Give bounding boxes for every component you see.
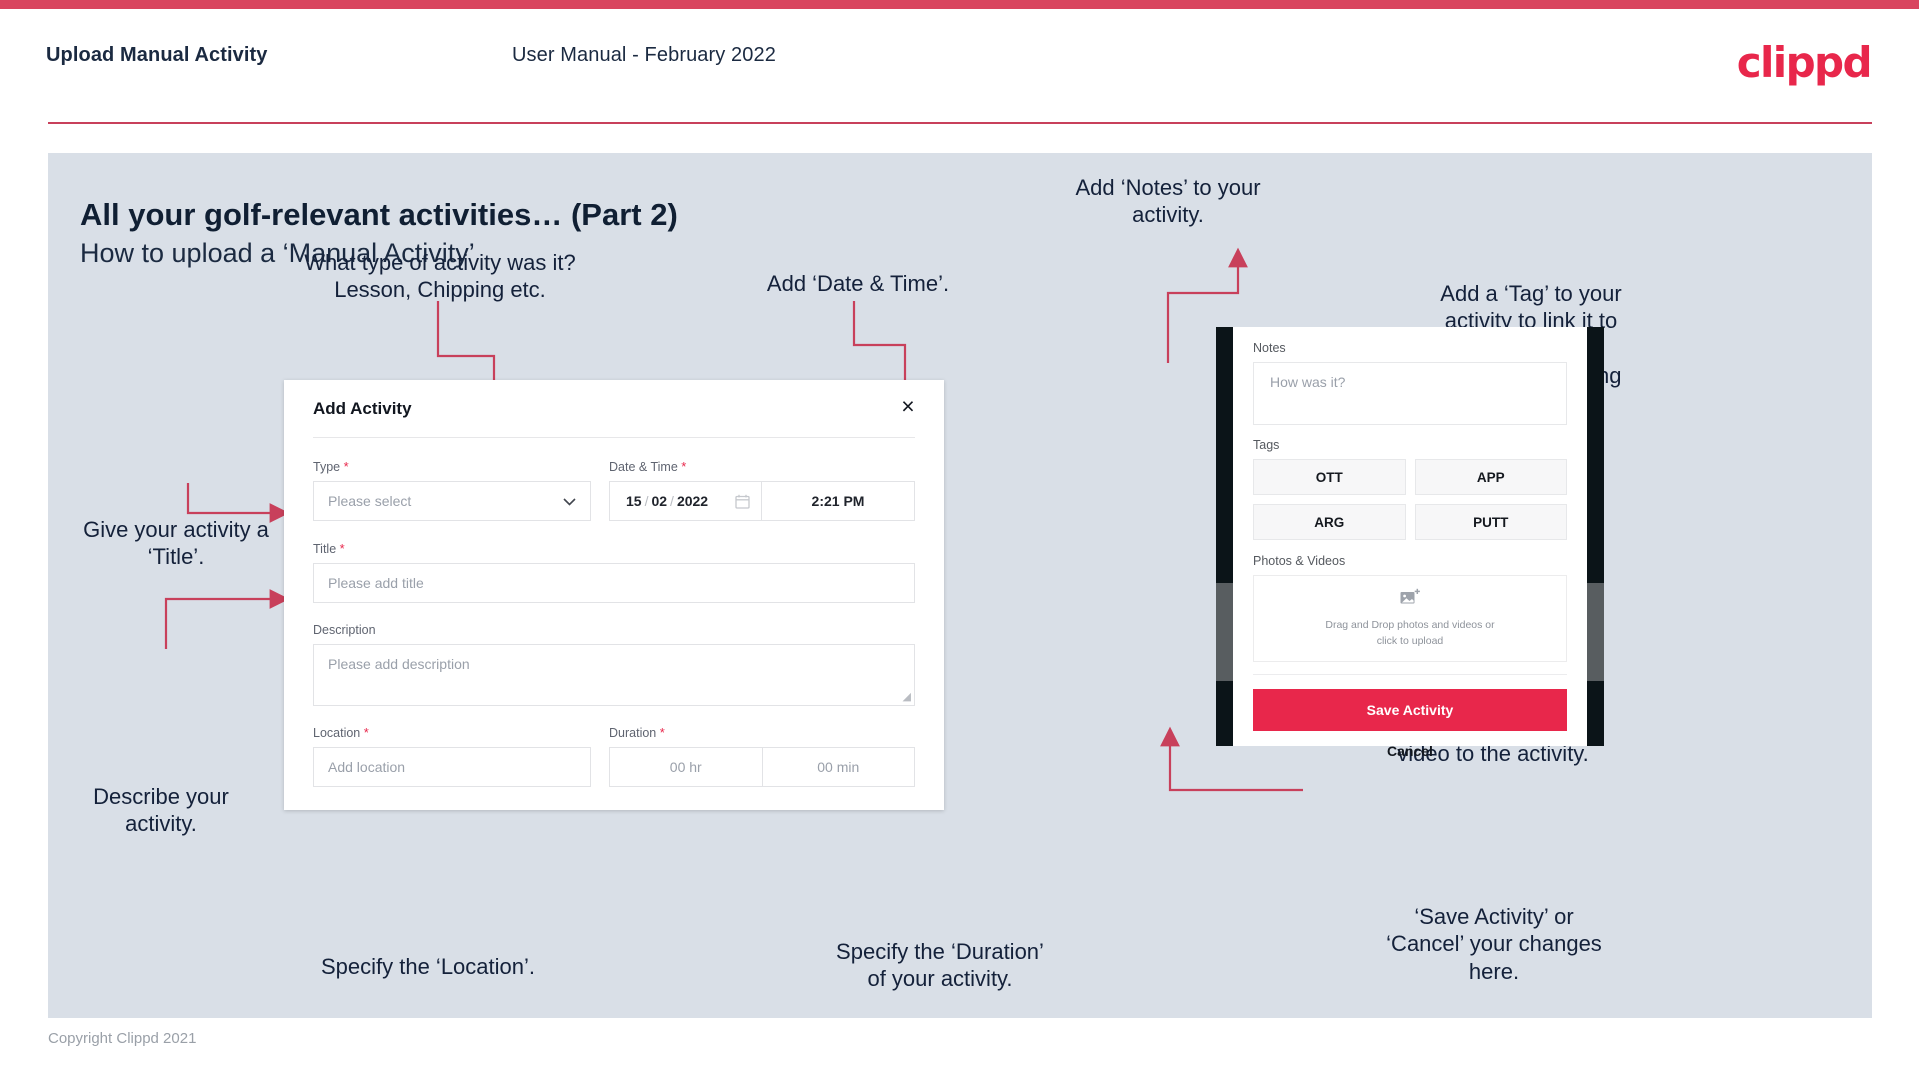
field-type: Type * Please select [313,459,591,521]
phone-screen: Notes How was it? Tags OTT APP ARG PUTT … [1233,327,1587,759]
datetime-group: 15/02/2022 2:21 PM [609,481,915,521]
location-label: Location * [313,725,369,740]
date-year: 2022 [676,493,709,509]
notes-label: Notes [1253,341,1286,355]
location-input[interactable]: Add location [313,747,591,787]
notes-placeholder: How was it? [1270,374,1346,390]
title-input[interactable]: Please add title [313,563,915,603]
date-sep-1: / [644,493,649,509]
phone-mockup: Notes How was it? Tags OTT APP ARG PUTT … [1216,327,1604,759]
annotation-type: What type of activity was it? Lesson, Ch… [304,250,576,303]
annotation-location: Specify the ‘Location’. [320,954,536,979]
header-divider [48,122,1872,124]
duration-hours-input[interactable]: 00 hr [609,747,763,787]
slide-page: Upload Manual Activity User Manual - Feb… [0,0,1919,1079]
row-location-duration: Location * Add location Duration * 00 hr… [284,725,944,787]
required-marker: * [659,725,665,740]
title-placeholder: Please add title [328,575,424,591]
phone-bezel-right [1587,327,1604,746]
date-sep-2: / [670,493,674,509]
annotation-duration: Specify the ‘Duration’ of your activity. [836,939,1044,992]
chevron-down-icon [563,494,576,509]
cancel-button[interactable]: Cancel [1253,731,1567,771]
date-month: 02 [651,493,668,509]
header-subtitle: User Manual - February 2022 [512,44,776,66]
add-activity-dialog: Add Activity × Type * Please select Date… [284,380,944,810]
field-datetime: Date & Time * 15/02/2022 2:21 PM [609,459,915,521]
time-input[interactable]: 2:21 PM [762,481,915,521]
footer-copyright: Copyright Clippd 2021 [48,1030,197,1047]
required-marker: * [339,541,345,556]
notes-textarea[interactable]: How was it? [1253,362,1567,425]
dialog-body: Type * Please select Date & Time * 15 / … [284,437,944,787]
resize-grip-icon[interactable]: ◢ [903,690,911,703]
field-description: Description Please add description ◢ [284,623,944,706]
duration-minutes-input[interactable]: 00 min [762,747,915,787]
required-marker: * [363,725,369,740]
duration-label: Duration * [609,725,665,740]
annotation-notes: Add ‘Notes’ to your activity. [1075,175,1261,228]
tag-button-putt[interactable]: PUTT [1414,504,1567,540]
calendar-icon[interactable] [735,494,750,509]
page-title: All your golf-relevant activities… (Part… [80,197,678,232]
header-title: Upload Manual Activity [46,44,268,66]
dialog-header: Add Activity × [284,380,944,437]
annotation-save: ‘Save Activity’ or ‘Cancel’ your changes… [1386,904,1602,984]
annotation-description: Describe your activity. [93,784,229,837]
phone-bezel-right-segment [1587,583,1604,681]
row-type-datetime: Type * Please select Date & Time * 15 / … [284,459,944,521]
type-select[interactable]: Please select [313,481,591,521]
close-icon[interactable]: × [894,392,922,420]
photos-label: Photos & Videos [1253,554,1346,568]
type-placeholder: Please select [328,493,412,509]
phone-bezel-left [1216,327,1233,746]
top-accent-bar [0,0,1919,9]
title-label: Title * [313,541,345,556]
date-input[interactable]: 15/02/2022 [609,481,762,521]
required-marker: * [343,459,349,474]
location-placeholder: Add location [328,759,406,775]
description-label: Description [313,623,376,637]
photo-dropzone[interactable]: Drag and Drop photos and videos or click… [1253,575,1567,662]
description-placeholder: Please add description [328,656,470,672]
tags-grid: OTT APP ARG PUTT [1253,459,1567,540]
datetime-label: Date & Time * [609,459,687,474]
dialog-title: Add Activity [313,399,412,418]
field-duration: Duration * 00 hr 00 min [609,725,915,787]
type-label: Type * [313,459,349,474]
tags-label: Tags [1253,438,1280,452]
annotation-datetime: Add ‘Date & Time’. [766,271,950,296]
field-location: Location * Add location [313,725,591,787]
description-textarea[interactable]: Please add description ◢ [313,644,915,706]
annotation-title: Give your activity a ‘Title’. [83,517,269,570]
date-day: 15 [626,493,642,509]
field-title: Title * Please add title [284,541,944,603]
tag-button-ott[interactable]: OTT [1253,459,1406,495]
slide-canvas: All your golf-relevant activities… (Part… [48,153,1872,1018]
duration-group: 00 hr 00 min [609,747,915,787]
tag-button-arg[interactable]: ARG [1253,504,1406,540]
dropzone-text: Drag and Drop photos and videos or click… [1325,619,1495,647]
required-marker: * [681,459,687,474]
phone-content: Notes How was it? Tags OTT APP ARG PUTT … [1233,327,1587,771]
phone-bezel-left-segment [1216,583,1233,681]
save-activity-button[interactable]: Save Activity [1253,689,1567,731]
tag-button-app[interactable]: APP [1414,459,1567,495]
clippd-logo: clippd [1736,38,1873,87]
phone-divider [1253,674,1567,675]
add-image-icon [1400,588,1421,612]
